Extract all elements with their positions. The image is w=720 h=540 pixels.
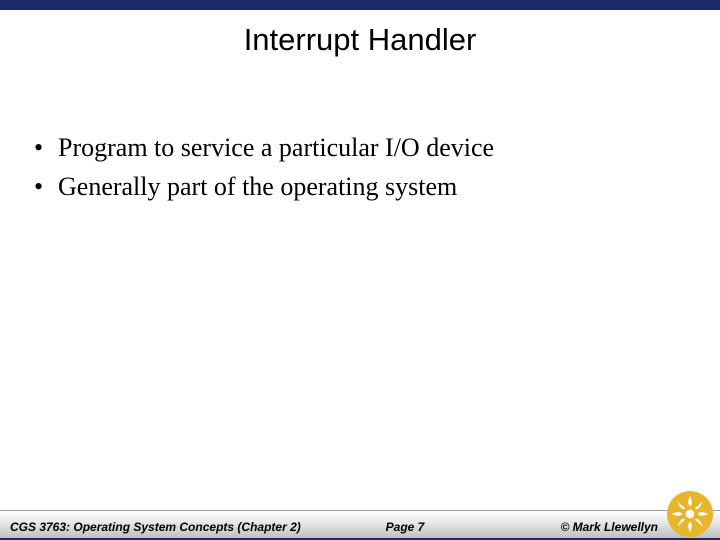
bullet-marker-icon: • [30,169,58,204]
bullet-item: • Generally part of the operating system [30,169,680,204]
slide-title: Interrupt Handler [0,22,720,58]
slide: Interrupt Handler • Program to service a… [0,0,720,540]
slide-body: • Program to service a particular I/O de… [30,130,680,208]
top-accent-bar [0,0,720,10]
slide-footer: CGS 3763: Operating System Concepts (Cha… [0,502,720,540]
bullet-text: Generally part of the operating system [58,169,680,204]
bullet-text: Program to service a particular I/O devi… [58,130,680,165]
footer-copyright: © Mark Llewellyn [560,520,658,534]
bullet-item: • Program to service a particular I/O de… [30,130,680,165]
ucf-logo-icon [666,490,714,538]
bullet-marker-icon: • [30,130,58,165]
